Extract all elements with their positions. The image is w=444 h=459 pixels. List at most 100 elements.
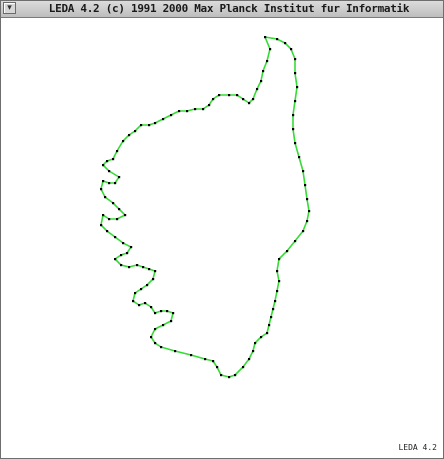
polygon-vertex[interactable] (308, 210, 311, 213)
polygon-vertex[interactable] (100, 188, 103, 191)
polygon-vertex[interactable] (106, 230, 109, 233)
polygon-vertex[interactable] (160, 346, 163, 349)
polygon-vertex[interactable] (108, 182, 111, 185)
polygon-vertex[interactable] (264, 36, 267, 39)
polygon-vertex[interactable] (302, 230, 305, 233)
polygon-vertex[interactable] (150, 306, 153, 309)
polygon-vertex[interactable] (248, 102, 251, 105)
polygon-vertex[interactable] (296, 86, 299, 89)
polygon-vertex[interactable] (190, 354, 193, 357)
polygon-vertex[interactable] (270, 316, 273, 319)
polygon-vertex[interactable] (160, 310, 163, 313)
polygon-vertex[interactable] (126, 252, 129, 255)
polygon-vertex[interactable] (256, 88, 259, 91)
polygon-vertex[interactable] (186, 110, 189, 113)
polygon-vertex[interactable] (252, 350, 255, 353)
polygon-vertex[interactable] (114, 236, 117, 239)
polygon-vertex[interactable] (276, 290, 279, 293)
polygon-vertex[interactable] (208, 104, 211, 107)
polygon-vertex[interactable] (146, 284, 149, 287)
polygon-vertex[interactable] (194, 108, 197, 111)
polygon-vertex[interactable] (122, 140, 125, 143)
polygon-vertex[interactable] (136, 264, 139, 267)
polygon-vertex[interactable] (266, 60, 269, 63)
polygon-vertex[interactable] (254, 342, 257, 345)
title-bar[interactable]: ▾ LEDA 4.2 (c) 1991 2000 Max Planck Inst… (1, 1, 443, 18)
polygon-vertex[interactable] (148, 268, 151, 271)
polygon-vertex[interactable] (286, 250, 289, 253)
polygon-vertex[interactable] (108, 218, 111, 221)
polygon-vertex[interactable] (306, 198, 309, 201)
polygon-vertex[interactable] (172, 312, 175, 315)
polygon-vertex[interactable] (154, 312, 157, 315)
polygon-vertex[interactable] (106, 160, 109, 163)
polygon-vertex[interactable] (118, 208, 121, 211)
polygon-vertex[interactable] (242, 366, 245, 369)
polygon-vertex[interactable] (248, 358, 251, 361)
polygon-vertex[interactable] (266, 332, 269, 335)
polygon-vertex[interactable] (294, 58, 297, 61)
polygon-vertex[interactable] (228, 376, 231, 379)
polygon-vertex[interactable] (102, 164, 105, 167)
polygon-vertex[interactable] (252, 98, 255, 101)
polygon-vertex[interactable] (274, 300, 277, 303)
polygon-vertex[interactable] (112, 202, 115, 205)
polygon-vertex[interactable] (140, 288, 143, 291)
window-menu-button[interactable]: ▾ (3, 2, 16, 14)
polygon-vertex[interactable] (170, 114, 173, 117)
polygon-vertex[interactable] (162, 324, 165, 327)
polygon-vertex[interactable] (170, 320, 173, 323)
polygon-vertex[interactable] (272, 308, 275, 311)
polygon-vertex[interactable] (140, 124, 143, 127)
polygon-vertex[interactable] (242, 98, 245, 101)
polygon-vertex[interactable] (102, 180, 105, 183)
polygon-vertex[interactable] (234, 374, 237, 377)
polygon-vertex[interactable] (294, 100, 297, 103)
polygon-vertex[interactable] (278, 280, 281, 283)
polygon-vertex[interactable] (260, 80, 263, 83)
polygon-vertex[interactable] (174, 350, 177, 353)
polygon-vertex[interactable] (276, 270, 279, 273)
polygon-vertex[interactable] (132, 300, 135, 303)
polygon-vertex[interactable] (144, 302, 147, 305)
polygon-vertex[interactable] (178, 110, 181, 113)
polygon-vertex[interactable] (218, 94, 221, 97)
polygon-vertex[interactable] (204, 358, 207, 361)
polygon-vertex[interactable] (116, 150, 119, 153)
polygon-vertex[interactable] (262, 70, 265, 73)
drawing-canvas[interactable]: LEDA 4.2 (5, 19, 441, 456)
polygon-vertex[interactable] (216, 366, 219, 369)
polygon-vertex[interactable] (228, 94, 231, 97)
polygon-vertex[interactable] (128, 134, 131, 137)
polygon-vertex[interactable] (118, 176, 121, 179)
polygon-vertex[interactable] (120, 264, 123, 267)
polygon-vertex[interactable] (236, 94, 239, 97)
polygon-vertex[interactable] (102, 214, 105, 217)
polygon-vertex[interactable] (284, 42, 287, 45)
polygon-vertex[interactable] (269, 48, 272, 51)
polygon-vertex[interactable] (154, 328, 157, 331)
polygon-vertex[interactable] (124, 214, 127, 217)
polygon-vertex[interactable] (306, 220, 309, 223)
polygon-vertex[interactable] (162, 118, 165, 121)
polygon-vertex[interactable] (290, 48, 293, 51)
polygon-vertex[interactable] (302, 170, 305, 173)
polygon-vertex[interactable] (166, 310, 169, 313)
polygon-vertex[interactable] (148, 124, 151, 127)
polygon-vertex[interactable] (154, 342, 157, 345)
polygon-vertex[interactable] (134, 292, 137, 295)
polygon-vertex[interactable] (104, 196, 107, 199)
polygon-vertex[interactable] (220, 374, 223, 377)
polygon-vertex[interactable] (138, 304, 141, 307)
polygon-vertex[interactable] (298, 156, 301, 159)
polygon-vertex[interactable] (294, 240, 297, 243)
polygon-vertex[interactable] (100, 224, 103, 227)
polygon-vertex[interactable] (276, 38, 279, 41)
polygon-vertex[interactable] (212, 360, 215, 363)
polygon-vertex[interactable] (128, 266, 131, 269)
polygon-vertex[interactable] (278, 258, 281, 261)
polygon-vertex[interactable] (130, 246, 133, 249)
polygon-vertex[interactable] (134, 130, 137, 133)
polygon-vertex[interactable] (154, 122, 157, 125)
polygon-vertex[interactable] (120, 254, 123, 257)
